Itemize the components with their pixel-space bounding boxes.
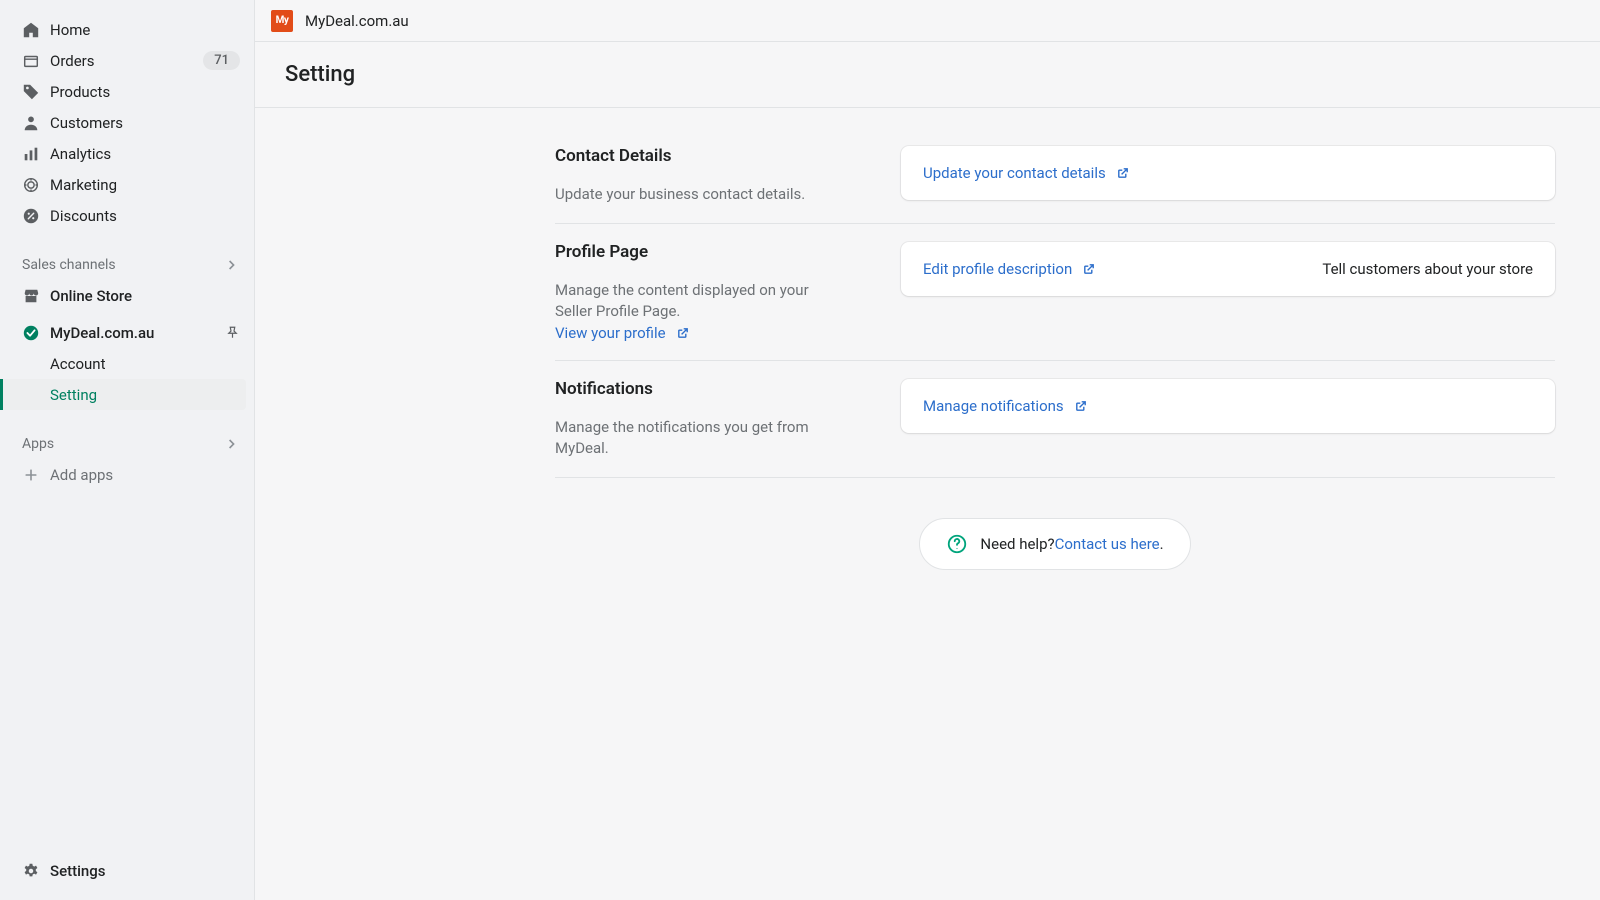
sidebar-item-online-store[interactable]: Online Store — [0, 280, 254, 311]
apps-header: Apps — [0, 428, 254, 459]
help-suffix: . — [1160, 535, 1164, 553]
sidebar-item-label: Analytics — [50, 145, 111, 163]
app-header: My MyDeal.com.au — [255, 0, 1600, 42]
external-link-icon — [1082, 262, 1096, 276]
external-link-icon — [1074, 399, 1088, 413]
external-link-icon — [676, 326, 690, 340]
app-header-title: MyDeal.com.au — [305, 12, 409, 30]
sidebar-item-marketing[interactable]: Marketing — [0, 169, 254, 200]
sidebar-item-products[interactable]: Products — [0, 76, 254, 107]
sidebar-item-label: Orders — [50, 52, 95, 70]
content: Contact Details Update your business con… — [255, 108, 1600, 900]
sidebar-item-label: Marketing — [50, 176, 117, 194]
sales-channels-label: Sales channels — [22, 257, 116, 273]
analytics-icon — [22, 145, 40, 163]
sidebar-item-setting[interactable]: Setting — [0, 379, 246, 410]
help-icon — [946, 533, 968, 555]
orders-badge: 71 — [203, 51, 240, 70]
section-desc: Manage the content displayed on your Sel… — [555, 280, 835, 322]
home-icon — [22, 21, 40, 39]
sidebar-item-label: MyDeal.com.au — [50, 324, 154, 342]
sidebar-item-label: Products — [50, 83, 110, 101]
sidebar-item-mydeal[interactable]: MyDeal.com.au — [0, 317, 254, 348]
link-label: Update your contact details — [923, 164, 1106, 182]
chevron-right-icon[interactable] — [224, 436, 240, 452]
section-title: Notifications — [555, 379, 835, 399]
link-label: Manage notifications — [923, 397, 1064, 415]
help-box: Need help? Contact us here . — [919, 518, 1190, 570]
contact-card: Update your contact details — [901, 146, 1555, 200]
sidebar-item-orders[interactable]: Orders 71 — [0, 45, 254, 76]
view-profile-link[interactable]: View your profile — [555, 324, 690, 342]
external-link-icon — [1116, 166, 1130, 180]
sidebar-item-label: Customers — [50, 114, 123, 132]
sales-channels-header: Sales channels — [0, 249, 254, 280]
primary-nav: Home Orders 71 Products Customers — [0, 14, 254, 490]
section-desc: Manage the notifications you get from My… — [555, 417, 835, 459]
sidebar-item-label: Add apps — [50, 466, 113, 484]
sidebar-item-label: Setting — [50, 386, 97, 404]
section-contact-details: Contact Details Update your business con… — [555, 128, 1555, 224]
main: My MyDeal.com.au Setting Contact Details… — [254, 0, 1600, 900]
section-desc: Update your business contact details. — [555, 184, 835, 205]
mydeal-logo-icon: My — [271, 10, 293, 32]
profile-card: Edit profile description Tell customers … — [901, 242, 1555, 296]
notifications-card: Manage notifications — [901, 379, 1555, 433]
section-profile-page: Profile Page Manage the content displaye… — [555, 224, 1555, 361]
mydeal-app-icon — [22, 324, 40, 342]
sidebar-item-account[interactable]: Account — [0, 348, 254, 379]
tag-icon — [22, 83, 40, 101]
sidebar-spacer — [0, 490, 254, 855]
target-icon — [22, 176, 40, 194]
sidebar-item-analytics[interactable]: Analytics — [0, 138, 254, 169]
pin-icon[interactable] — [225, 325, 240, 340]
page-title: Setting — [285, 62, 355, 87]
sidebar-item-label: Online Store — [50, 287, 132, 305]
link-label: View your profile — [555, 324, 666, 342]
sidebar-item-add-apps[interactable]: Add apps — [0, 459, 254, 490]
sidebar-item-label: Discounts — [50, 207, 117, 225]
sidebar-item-home[interactable]: Home — [0, 14, 254, 45]
sidebar-item-customers[interactable]: Customers — [0, 107, 254, 138]
sidebar-item-label: Home — [50, 21, 90, 39]
sidebar: Home Orders 71 Products Customers — [0, 0, 254, 900]
section-title: Contact Details — [555, 146, 835, 166]
person-icon — [22, 114, 40, 132]
sidebar-item-label: Settings — [50, 862, 106, 880]
link-label: Edit profile description — [923, 260, 1072, 278]
update-contact-link[interactable]: Update your contact details — [923, 164, 1130, 182]
sidebar-item-settings[interactable]: Settings — [0, 855, 254, 886]
contact-us-link[interactable]: Contact us here — [1055, 535, 1160, 553]
sidebar-item-label: Account — [50, 355, 106, 373]
orders-icon — [22, 52, 40, 70]
section-notifications: Notifications Manage the notifications y… — [555, 361, 1555, 478]
gear-icon — [22, 862, 40, 880]
section-title: Profile Page — [555, 242, 835, 262]
plus-icon — [22, 466, 40, 484]
manage-notifications-link[interactable]: Manage notifications — [923, 397, 1088, 415]
page-title-bar: Setting — [255, 42, 1600, 108]
help-prefix: Need help? — [980, 535, 1054, 553]
edit-profile-description-link[interactable]: Edit profile description — [923, 260, 1096, 278]
store-icon — [22, 287, 40, 305]
sidebar-item-discounts[interactable]: Discounts — [0, 200, 254, 231]
discount-icon — [22, 207, 40, 225]
apps-label: Apps — [22, 436, 54, 452]
chevron-right-icon[interactable] — [224, 257, 240, 273]
profile-card-text: Tell customers about your store — [1282, 260, 1533, 278]
